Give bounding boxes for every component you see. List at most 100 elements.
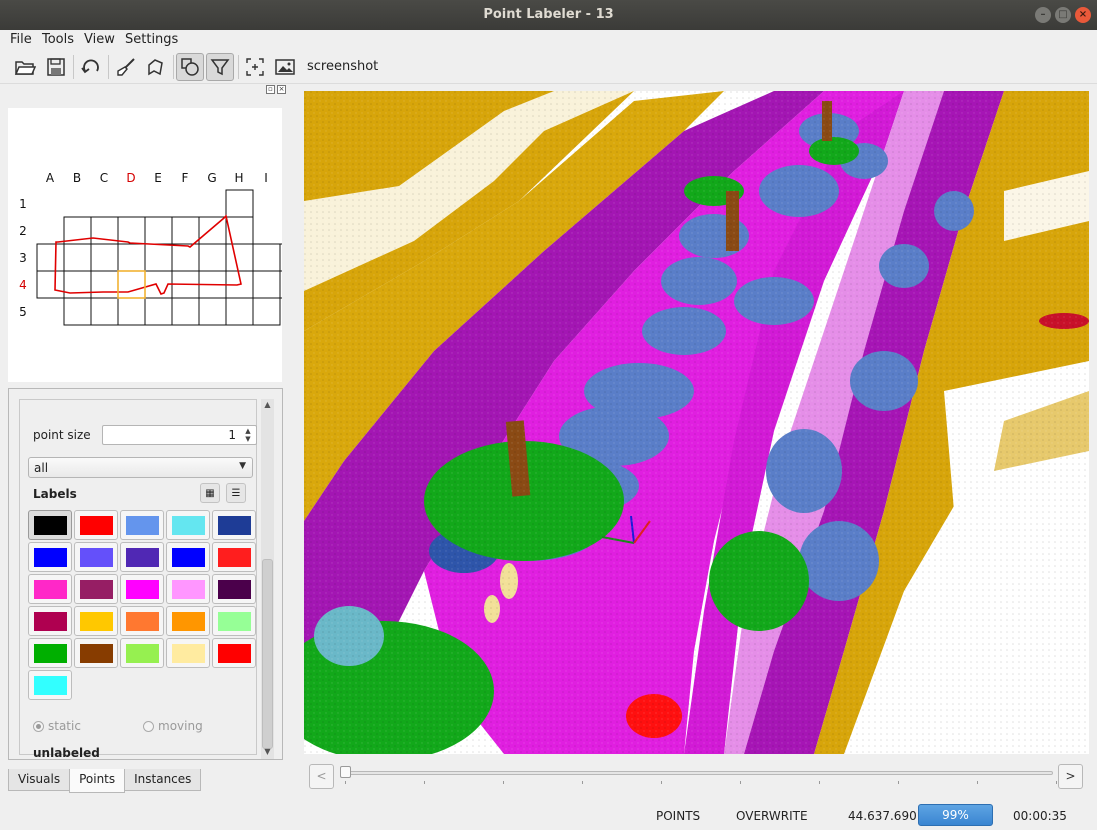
minimap-tile[interactable] <box>117 297 146 326</box>
label-swatch-button[interactable] <box>212 606 256 636</box>
panel-scrollbar[interactable]: ▲ ▼ <box>261 399 274 759</box>
minimap-canvas[interactable]: A B C D E F G H I 1 2 3 4 5 <box>8 108 308 382</box>
minimap-tile[interactable] <box>36 270 65 299</box>
scrollbar-thumb[interactable] <box>262 559 273 749</box>
reload-button[interactable] <box>77 53 105 81</box>
minimap-tile[interactable] <box>225 297 254 326</box>
polygon-button[interactable] <box>142 53 170 81</box>
minimap-tile[interactable] <box>90 270 119 299</box>
open-button[interactable] <box>11 53 39 81</box>
radio-static[interactable]: static <box>33 719 81 733</box>
dock-close-icon[interactable]: × <box>277 85 286 94</box>
menu-file[interactable]: File <box>10 32 32 47</box>
radio-static-indicator[interactable] <box>33 720 44 732</box>
tab-points[interactable]: Points <box>69 769 126 793</box>
minimap-tile[interactable] <box>198 243 227 272</box>
minimap-tile[interactable] <box>198 297 227 326</box>
tab-instances[interactable]: Instances <box>124 769 202 791</box>
minimap-tile[interactable] <box>171 297 200 326</box>
minimap-tile[interactable] <box>117 216 146 245</box>
minimap-tile[interactable] <box>144 297 173 326</box>
brush-button[interactable] <box>112 53 140 81</box>
label-swatch-button[interactable] <box>28 574 72 604</box>
minimap-tile[interactable] <box>279 243 308 272</box>
label-swatch-button[interactable] <box>74 574 118 604</box>
label-swatch-button[interactable] <box>166 510 210 540</box>
label-swatch-button[interactable] <box>74 510 118 540</box>
minimap-tile[interactable] <box>279 270 308 299</box>
tile-minimap[interactable]: A B C D E F G H I 1 2 3 4 5 <box>8 108 308 382</box>
timeline-handle[interactable] <box>340 766 351 778</box>
menu-tools[interactable]: Tools <box>42 32 74 47</box>
menu-view[interactable]: View <box>84 32 115 47</box>
minimap-tile[interactable] <box>117 270 146 299</box>
minimap-tile[interactable] <box>63 243 92 272</box>
label-swatch-button[interactable] <box>166 574 210 604</box>
cylinder-button[interactable] <box>176 53 204 81</box>
center-view-button[interactable] <box>241 53 269 81</box>
timeline-track[interactable] <box>345 771 1053 775</box>
menu-settings[interactable]: Settings <box>125 32 178 47</box>
label-swatch-button[interactable] <box>120 606 164 636</box>
scroll-up-icon[interactable]: ▲ <box>263 400 272 409</box>
minimap-tile[interactable] <box>144 243 173 272</box>
label-swatch-button[interactable] <box>120 638 164 668</box>
radio-moving-indicator[interactable] <box>143 720 154 732</box>
label-swatch-button[interactable] <box>28 670 72 700</box>
minimap-tile[interactable] <box>198 216 227 245</box>
label-swatch-button[interactable] <box>74 606 118 636</box>
label-filter-value[interactable]: all <box>34 461 48 475</box>
minimap-tile[interactable] <box>63 270 92 299</box>
label-swatch-button[interactable] <box>74 638 118 668</box>
minimap-tile[interactable] <box>171 216 200 245</box>
label-swatch-button[interactable] <box>166 542 210 572</box>
minimap-tile[interactable] <box>225 243 254 272</box>
scroll-down-icon[interactable]: ▼ <box>263 747 272 756</box>
filter-button[interactable] <box>206 53 234 81</box>
label-swatch-button[interactable] <box>212 638 256 668</box>
minimap-tile[interactable] <box>63 297 92 326</box>
minimap-tile[interactable] <box>117 243 146 272</box>
radio-moving[interactable]: moving <box>143 719 203 733</box>
maximize-button[interactable]: □ <box>1055 7 1071 23</box>
dock-float-icon[interactable]: ▫ <box>266 85 275 94</box>
label-swatch-button[interactable] <box>120 542 164 572</box>
point-cloud-viewport[interactable] <box>304 91 1089 754</box>
screenshot-button[interactable] <box>271 53 299 81</box>
list-view-button[interactable]: ☰ <box>226 483 246 503</box>
label-swatch-button[interactable] <box>212 542 256 572</box>
point-size-value[interactable]: 1 <box>228 428 236 442</box>
label-swatch-button[interactable] <box>28 510 72 540</box>
prev-scan-button[interactable]: < <box>309 764 334 789</box>
label-filter-combo[interactable]: all ▼ <box>28 457 253 478</box>
tab-visuals[interactable]: Visuals <box>8 769 71 791</box>
minimap-tile[interactable] <box>90 243 119 272</box>
label-swatch-button[interactable] <box>28 638 72 668</box>
minimap-tile[interactable] <box>90 297 119 326</box>
label-swatch-button[interactable] <box>120 574 164 604</box>
minimap-tile[interactable] <box>36 243 65 272</box>
save-button[interactable] <box>42 53 70 81</box>
minimap-tile[interactable] <box>225 189 254 218</box>
spin-arrows[interactable]: ▲ ▼ <box>242 427 254 443</box>
label-swatch-button[interactable] <box>28 606 72 636</box>
minimap-tile[interactable] <box>225 216 254 245</box>
minimap-tile[interactable] <box>171 243 200 272</box>
label-swatch-button[interactable] <box>120 510 164 540</box>
label-swatch-button[interactable] <box>74 542 118 572</box>
label-swatch-button[interactable] <box>166 606 210 636</box>
point-size-spinbox[interactable]: 1 ▲ ▼ <box>102 425 257 445</box>
label-swatch-button[interactable] <box>28 542 72 572</box>
minimap-tile[interactable] <box>252 297 281 326</box>
label-swatch-button[interactable] <box>166 638 210 668</box>
screenshot-label[interactable]: screenshot <box>307 59 378 74</box>
minimize-button[interactable]: – <box>1035 7 1051 23</box>
point-cloud-render[interactable] <box>304 91 1089 754</box>
close-button[interactable]: × <box>1075 7 1091 23</box>
minimap-tile[interactable] <box>252 270 281 299</box>
label-swatch-button[interactable] <box>212 510 256 540</box>
label-swatch-button[interactable] <box>212 574 256 604</box>
next-scan-button[interactable]: > <box>1058 764 1083 789</box>
minimap-tile[interactable] <box>252 243 281 272</box>
minimap-tile[interactable] <box>144 216 173 245</box>
